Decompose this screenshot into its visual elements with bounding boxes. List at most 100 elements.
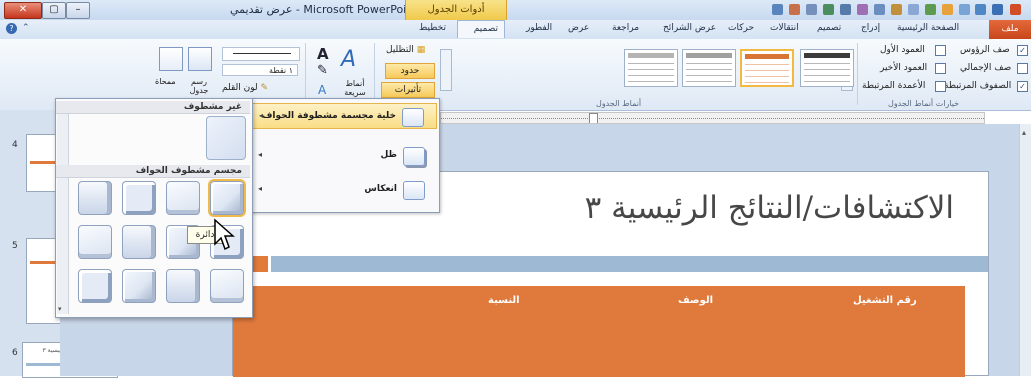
menu-item-reflection[interactable]: انعكاس ◂ [252,177,437,203]
bevel-option-divot[interactable] [210,269,244,303]
tab-file[interactable]: ملف [989,20,1031,39]
close-button[interactable]: ✕ [4,2,42,19]
ribbon-tab-row: ? ⌃ ملف الصفحة الرئيسية إدراج تصميم انتق… [0,20,1031,40]
bevel-option-cool-slant[interactable] [78,181,112,215]
eraser-icon[interactable] [159,47,183,71]
new-slide-icon[interactable] [942,4,953,15]
slide-thumbnail-pane: 4 5 6 الاكتشافات/النتائج الرئيسية ٣ [0,110,118,378]
table-style-dark[interactable] [800,49,854,87]
tab-transitions[interactable]: انتقالات [770,23,799,33]
quick-styles-label[interactable]: أنماط سريعة [339,79,371,97]
bevel-option-circle[interactable] [208,179,246,217]
menu-item-cell-bevel[interactable]: خلية مجسمة مشطوفة الحواف ◂ [252,103,437,129]
quick-styles-icon[interactable]: A [341,47,356,72]
header-row-label: صف الرؤوس [960,45,1010,55]
save-icon[interactable] [992,4,1003,15]
slide-title[interactable]: الاكتشافات/النتائج الرئيسية ٣ [585,190,954,226]
draw-table-icon[interactable] [188,47,212,71]
bevel-option-art-deco[interactable] [78,269,112,303]
tab-table-design[interactable]: تصميم [457,20,505,38]
text-icon[interactable] [857,4,868,15]
table-style-orange[interactable] [740,49,794,87]
table-header-cell[interactable]: رقم التشغيل [853,295,917,306]
redo-icon[interactable] [959,4,970,15]
table-style-light-1[interactable] [682,49,736,87]
window-title: Microsoft PowerPoint - عرض تقديمي [230,3,418,16]
tab-home[interactable]: الصفحة الرئيسية [897,23,959,33]
help-icon[interactable]: ? [6,23,17,34]
pen-icon: ✎ [257,83,269,93]
minimize-button[interactable]: – [66,2,90,19]
text-fill-icon[interactable]: A [317,45,329,63]
tab-addins[interactable]: الفطور [526,23,552,33]
table-style-light-2[interactable] [624,49,678,87]
bevel-option-cross[interactable] [122,181,156,215]
text-effects-icon[interactable]: A [318,83,326,97]
table-icon[interactable] [908,4,919,15]
cell-bevel-icon [402,108,424,127]
tab-animations[interactable]: حركات [728,23,754,33]
no-bevel-option[interactable] [206,116,246,160]
image-icon[interactable] [891,4,902,15]
group-separator [305,43,306,105]
total-row-checkbox[interactable] [1017,63,1028,74]
bevel-gallery: ▴ ▾ غير مشطوف مجسم مشطوف الحواف [55,98,253,318]
tab-design[interactable]: تصميم [817,23,841,33]
shape-icon[interactable] [874,4,885,15]
bevel-option-relaxed-inset[interactable] [166,181,200,215]
last-column-checkbox[interactable] [935,63,946,74]
reflection-icon [403,181,425,200]
vertical-scrollbar[interactable]: ▴ [1019,124,1031,376]
eraser-label[interactable]: ممحاة [155,77,176,86]
header-row-checkbox[interactable]: ✓ [1017,45,1028,56]
table-header-cell[interactable]: النسبة [488,295,520,306]
tab-slideshow[interactable]: عرض الشرائح [663,23,716,33]
draw-table-label[interactable]: رسم جدول [184,77,214,95]
borders-button[interactable]: حدود [385,63,435,79]
shading-button[interactable]: ▦ التظليل [386,45,425,55]
menu-item-label: ظل [380,150,397,160]
tab-table-layout[interactable]: تخطيط [419,23,446,33]
menu-item-label: خلية مجسمة مشطوفة الحواف [261,111,396,121]
gallery-scrollbar[interactable]: ▴ ▾ [57,101,69,314]
table-style-options-group-label: خيارات أنماط الجدول [888,99,960,108]
shadow-icon [403,147,425,166]
title-bar: ✕ ▢ – Microsoft PowerPoint - عرض تقديمي … [0,0,1031,21]
pen-style-dropdown[interactable] [222,47,300,61]
bevel-option-convex[interactable] [122,225,156,259]
tab-insert[interactable]: إدراج [861,23,880,33]
spelling-icon[interactable] [823,4,834,15]
group-separator [857,43,858,105]
bevel-option-slope[interactable] [78,225,112,259]
app-icon[interactable] [1010,4,1021,15]
chart-icon[interactable] [925,4,936,15]
mail-icon[interactable] [772,4,783,15]
text-outline-icon[interactable]: ✎ [317,63,328,78]
slide-table[interactable]: رقم التشغيل الوصف النسبة [233,286,965,377]
bevel-header: مجسم مشطوف الحواف [56,165,250,178]
effects-button[interactable]: تأثيرات [381,82,435,98]
banded-rows-checkbox[interactable]: ✓ [1017,81,1028,92]
pen-weight-dropdown[interactable]: ١ نقطة [222,64,298,76]
tab-view[interactable]: عرض [568,23,589,33]
styles-gallery-scroll[interactable] [440,49,452,91]
maximize-button[interactable]: ▢ [42,2,66,19]
horizontal-ruler[interactable] [440,112,985,124]
first-column-checkbox[interactable] [935,45,946,56]
ribbon-minimize-icon[interactable]: ⌃ [22,23,30,33]
paint-icon[interactable] [789,4,800,15]
print-icon[interactable] [840,4,851,15]
pen-color-label: لون القلم [222,83,258,93]
shading-icon: ▦ [413,45,426,55]
pen-color-button[interactable]: ✎ لون القلم [222,83,268,93]
undo-icon[interactable] [975,4,986,15]
banded-rows-label: الصفوف المرتبطة [944,81,1012,91]
menu-item-shadow[interactable]: ظل ◂ [252,143,437,169]
bevel-option-riblet[interactable] [166,269,200,303]
tab-review[interactable]: مراجعة [612,23,639,33]
sort-icon[interactable] [806,4,817,15]
bevel-option-hard-edge[interactable] [122,269,156,303]
accent-bar [271,256,988,272]
banded-columns-checkbox[interactable] [935,81,946,92]
table-header-cell[interactable]: الوصف [678,295,713,306]
